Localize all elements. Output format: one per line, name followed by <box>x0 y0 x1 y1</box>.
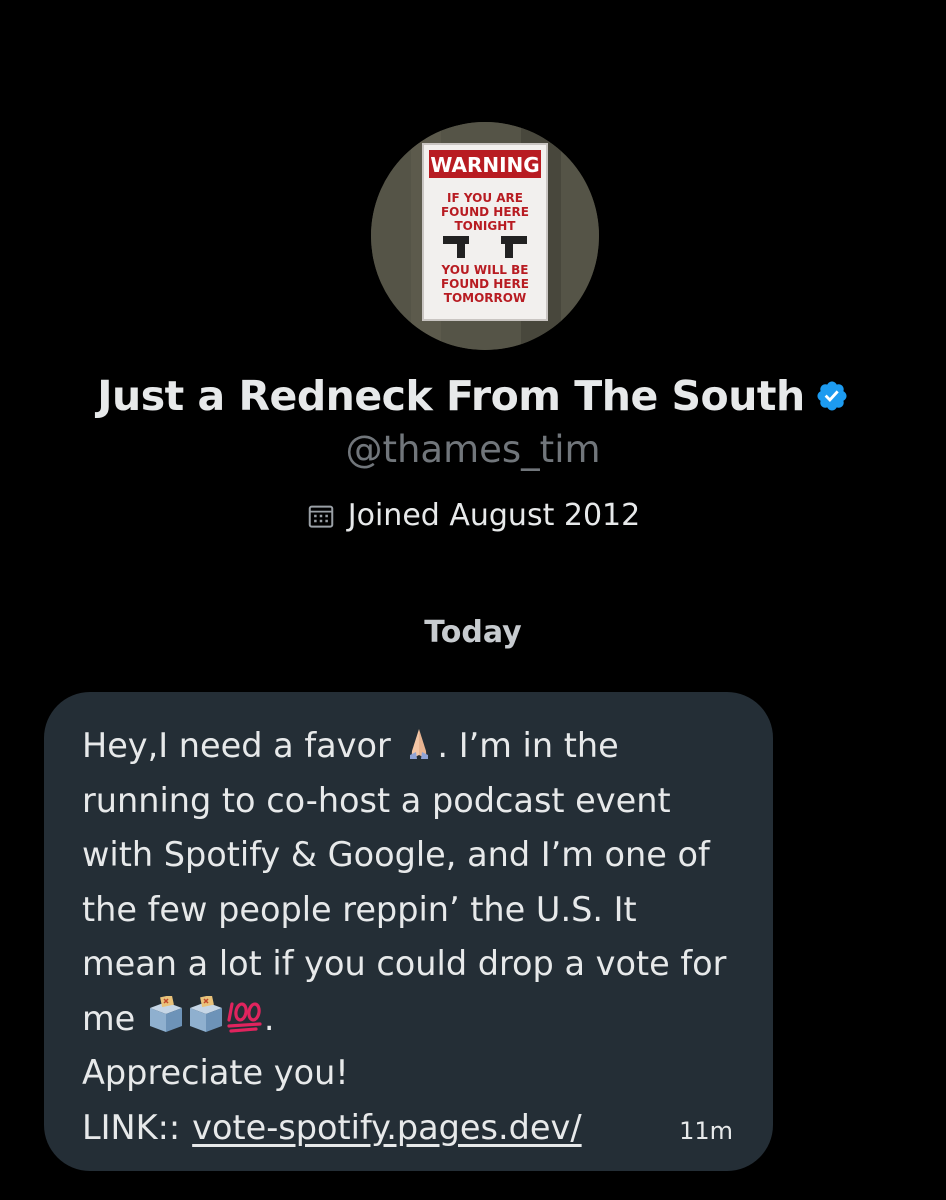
sign-line-3: TONIGHT <box>455 219 517 233</box>
message-text-part-2: . I’m in the running to co-host a podcas… <box>82 726 727 1038</box>
link-prefix: LINK:: <box>82 1107 181 1147</box>
message-link[interactable]: vote-spotify.pages.dev/ <box>192 1101 581 1156</box>
verified-badge-icon[interactable] <box>815 379 849 413</box>
sign-line-4: YOU WILL BE <box>441 263 529 277</box>
folded-hands-icon <box>410 729 429 759</box>
ballot-box-icon <box>149 995 182 1032</box>
profile-name-row: Just a Redneck From The South <box>0 372 946 420</box>
hundred-points-icon <box>227 1001 262 1033</box>
sign-line-6: TOMORROW <box>444 291 526 305</box>
day-separator: Today <box>424 615 522 650</box>
profile-avatar[interactable]: WARNING IF YOU ARE FOUND HERE TONIGHT YO… <box>371 122 599 350</box>
message-text-part-1: Hey,I need a favor <box>82 726 402 765</box>
joined-date-text: Joined August 2012 <box>347 498 641 533</box>
sign-header: WARNING <box>430 153 539 177</box>
calendar-icon <box>308 505 334 528</box>
message-timestamp: 11m <box>679 1116 733 1145</box>
message-bubble[interactable]: Hey,I need a favor . I’m in the running … <box>44 692 773 1171</box>
warning-sign-image: WARNING IF YOU ARE FOUND HERE TONIGHT YO… <box>371 122 599 350</box>
message-link-row: LINK:: vote-spotify.pages.dev/ 11m <box>82 1101 737 1159</box>
dm-conversation-screen: WARNING IF YOU ARE FOUND HERE TONIGHT YO… <box>0 0 946 1200</box>
sign-line-1: IF YOU ARE <box>447 191 523 205</box>
profile-handle: @thames_tim <box>345 428 601 471</box>
joined-date-row: Joined August 2012 <box>0 498 946 533</box>
profile-display-name[interactable]: Just a Redneck From The South <box>97 372 805 420</box>
ballot-box-icon <box>189 995 222 1032</box>
sign-line-5: FOUND HERE <box>441 277 529 291</box>
sign-line-2: FOUND HERE <box>441 205 529 219</box>
message-text: Hey,I need a favor . I’m in the running … <box>82 719 737 1101</box>
